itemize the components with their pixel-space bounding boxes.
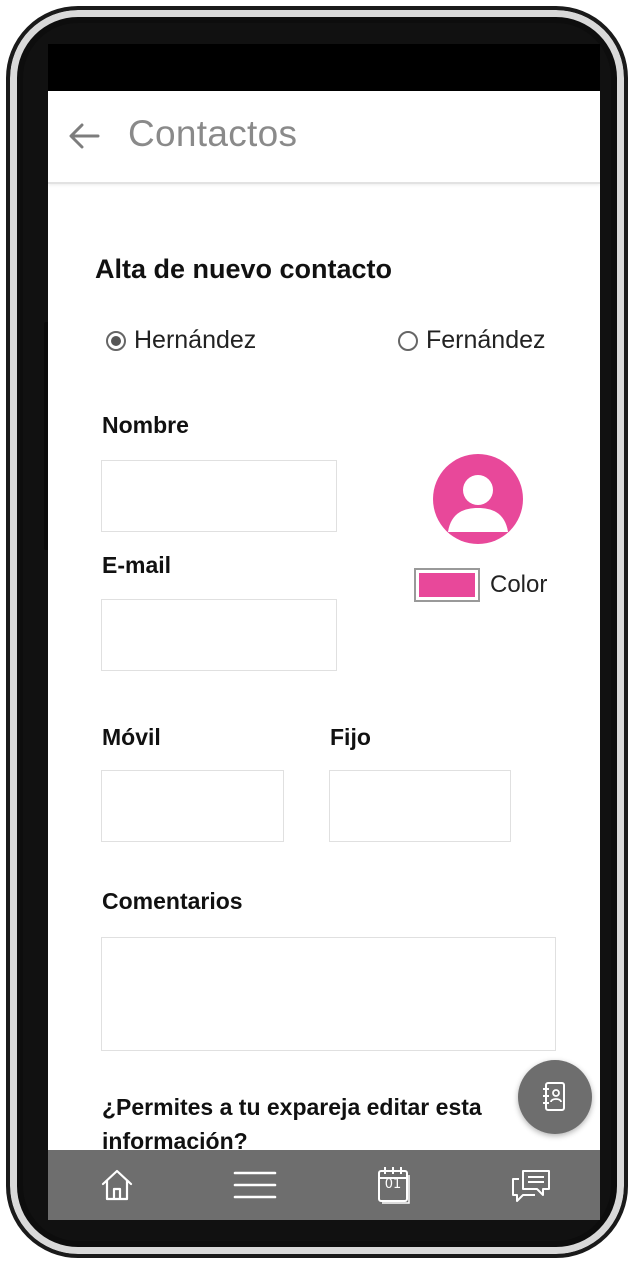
radio-option-fernandez[interactable]: Fernández <box>398 326 546 355</box>
radio-label: Hernández <box>134 326 257 354</box>
app-bar: Contactos <box>48 91 600 184</box>
chat-icon <box>512 1170 550 1202</box>
home-icon <box>101 1169 133 1201</box>
color-label: Color <box>490 571 548 598</box>
color-swatch[interactable] <box>414 568 480 602</box>
status-bar <box>48 44 600 91</box>
bottom-navigation: 01 <box>48 1150 600 1220</box>
edit-permission-question: ¿Permites a tu expareja editar esta info… <box>102 1094 482 1154</box>
nav-chat[interactable] <box>501 1155 561 1215</box>
arrow-left-icon[interactable] <box>68 121 100 151</box>
mobile-field[interactable] <box>101 770 284 842</box>
nav-home[interactable] <box>87 1155 147 1215</box>
menu-icon <box>233 1171 277 1199</box>
person-avatar-icon[interactable] <box>433 454 523 544</box>
landline-field[interactable] <box>329 770 511 842</box>
name-label: Nombre <box>102 412 189 438</box>
nav-menu[interactable] <box>225 1155 285 1215</box>
radio-selected-icon[interactable] <box>106 330 126 351</box>
page-title: Contactos <box>128 113 298 154</box>
app-screen: Contactos Alta de nuevo contacto Hernánd… <box>48 44 600 1220</box>
color-picker: Color <box>414 568 547 602</box>
comments-label: Comentarios <box>102 888 243 914</box>
landline-label: Fijo <box>330 724 371 750</box>
radio-unselected-icon[interactable] <box>398 330 418 351</box>
comments-field[interactable] <box>101 937 556 1051</box>
email-label: E-mail <box>102 552 172 578</box>
calendar-day: 01 <box>384 1177 402 1192</box>
radio-label: Fernández <box>426 326 546 354</box>
form-title: Alta de nuevo contacto <box>95 254 393 284</box>
nav-calendar[interactable]: 01 <box>363 1155 423 1215</box>
radio-option-hernandez[interactable]: Hernández <box>106 326 256 355</box>
name-field[interactable] <box>101 460 337 532</box>
contact-book-icon <box>543 1082 565 1111</box>
contact-book-button[interactable] <box>518 1060 592 1134</box>
mobile-label: Móvil <box>102 724 161 750</box>
email-field[interactable] <box>101 599 337 671</box>
